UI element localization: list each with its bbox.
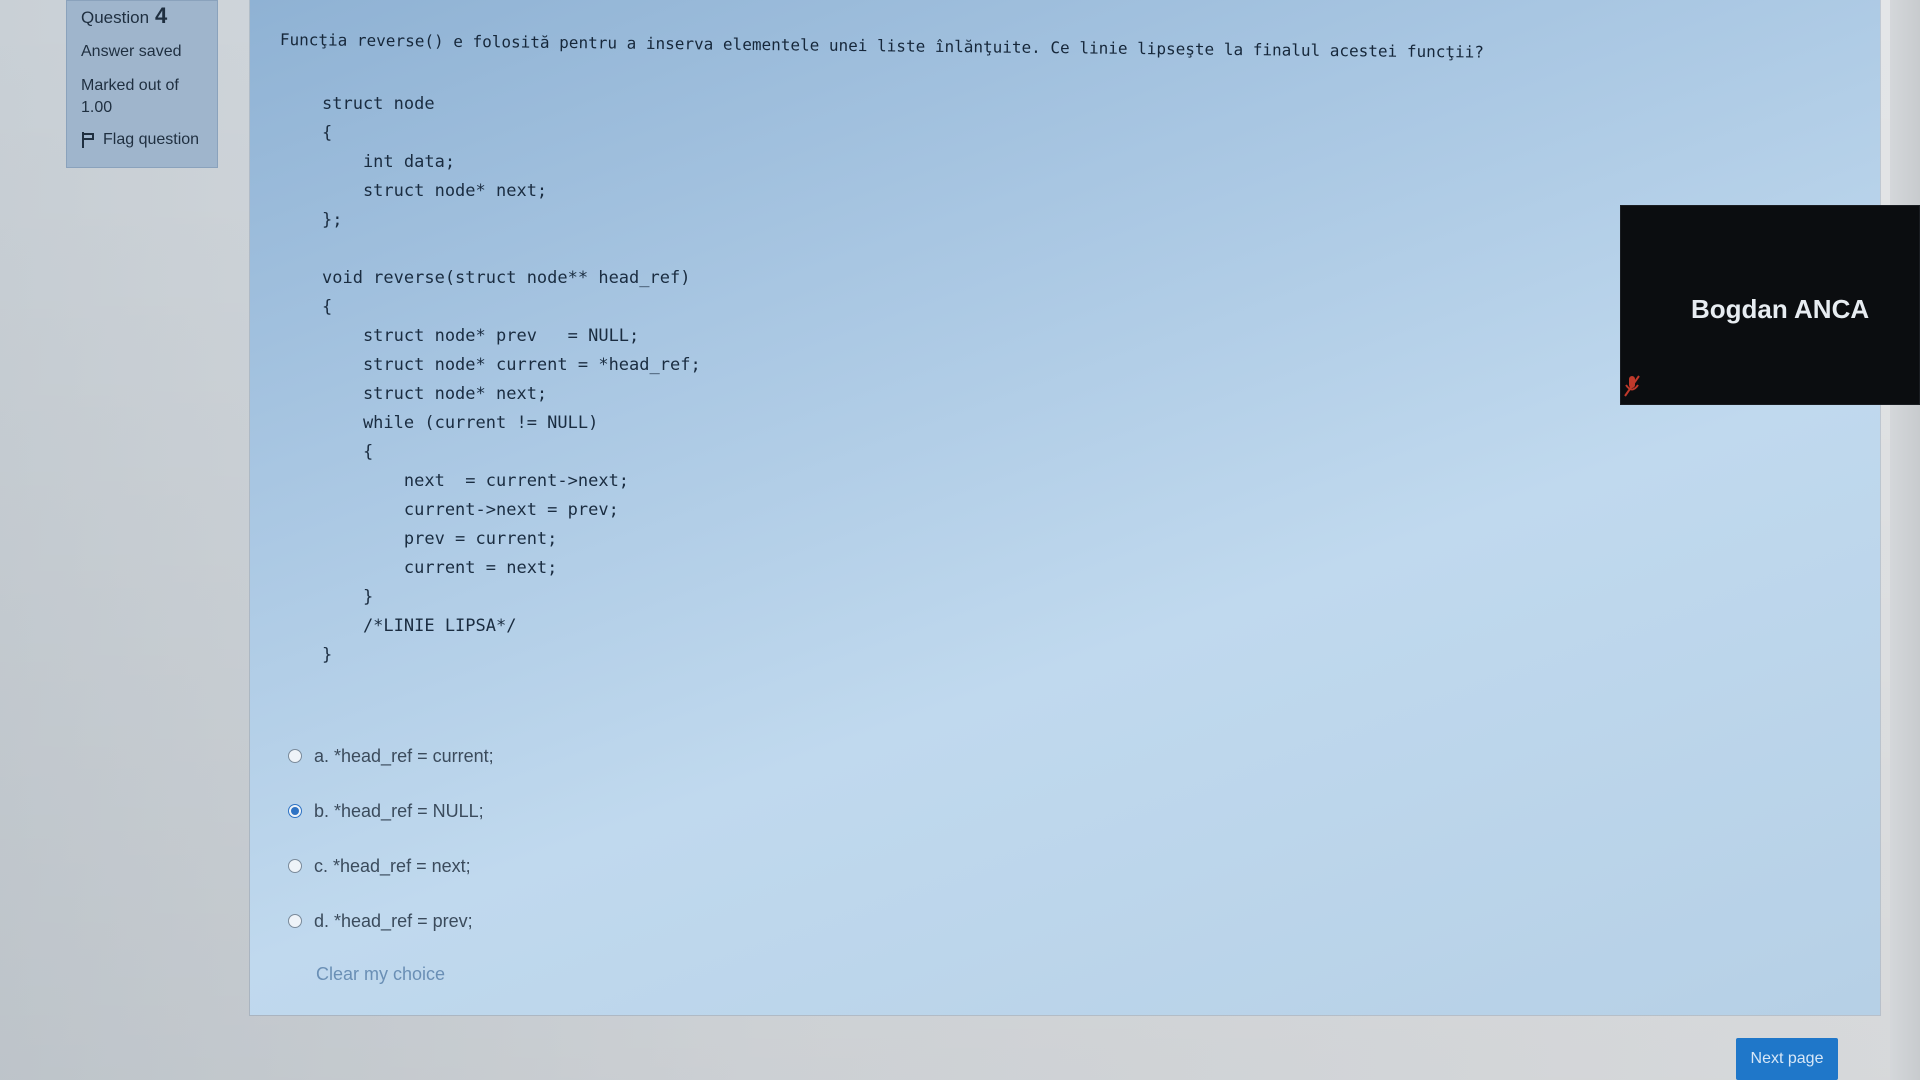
code-line: } bbox=[322, 587, 374, 607]
code-line: struct node bbox=[322, 94, 435, 114]
answer-label: d. *head_ref = prev; bbox=[314, 910, 473, 931]
radio-button[interactable] bbox=[288, 749, 302, 763]
question-label-text: Question bbox=[81, 8, 150, 27]
flag-question-label: Flag question bbox=[103, 131, 200, 148]
code-line: }; bbox=[322, 210, 343, 230]
marked-out-of-value: 1.00 bbox=[81, 99, 113, 116]
code-line: { bbox=[322, 123, 333, 143]
code-line: current->next = prev; bbox=[322, 500, 619, 520]
code-line: next = current->next; bbox=[322, 471, 630, 491]
question-info-block: Question 4 Answer saved Marked out of 1.0… bbox=[66, 0, 218, 168]
code-line: struct node* next; bbox=[322, 384, 548, 404]
code-line: /*LINIE LIPSA*/ bbox=[322, 616, 517, 636]
code-block: struct node { int data; struct node* nex… bbox=[322, 90, 701, 670]
question-text: Funcţia reverse() e folosită pentru a in… bbox=[279, 30, 1485, 62]
answer-option[interactable]: c. *head_ref = next; bbox=[288, 850, 494, 882]
participant-name: Bogdan ANCA bbox=[1691, 294, 1870, 324]
flag-question-button[interactable]: Flag question bbox=[81, 131, 203, 149]
code-line: prev = current; bbox=[322, 529, 558, 549]
code-line: void reverse(struct node** head_ref) bbox=[322, 268, 691, 288]
code-line: { bbox=[322, 297, 333, 317]
flag-icon bbox=[81, 132, 95, 148]
radio-button[interactable] bbox=[288, 804, 302, 818]
code-line: while (current != NULL) bbox=[322, 413, 599, 433]
marked-out-of: Marked out of 1.00 bbox=[81, 75, 203, 119]
answer-label: a. *head_ref = current; bbox=[314, 745, 494, 766]
video-tile: Bogdan ANCA bbox=[1620, 205, 1920, 405]
screen-edge bbox=[1890, 0, 1920, 1080]
answer-option[interactable]: d. *head_ref = prev; bbox=[288, 905, 494, 937]
answer-options: a. *head_ref = current; b. *head_ref = NU… bbox=[288, 740, 494, 960]
code-line: } bbox=[322, 645, 333, 665]
code-line: { bbox=[322, 442, 374, 462]
code-line: struct node* prev = NULL; bbox=[322, 326, 640, 346]
clear-choice-link[interactable]: Clear my choice bbox=[316, 964, 445, 985]
answer-label: b. *head_ref = NULL; bbox=[314, 800, 484, 821]
question-number: 4 bbox=[155, 3, 168, 28]
answer-option[interactable]: b. *head_ref = NULL; bbox=[288, 795, 494, 827]
code-line: current = next; bbox=[322, 558, 558, 578]
answer-status: Answer saved bbox=[81, 43, 182, 60]
marked-out-of-label: Marked out of bbox=[81, 77, 179, 94]
question-label: Question 4 bbox=[81, 1, 203, 29]
answer-label: c. *head_ref = next; bbox=[314, 855, 471, 876]
mic-off-icon bbox=[1624, 375, 1640, 397]
code-line: struct node* current = *head_ref; bbox=[322, 355, 701, 375]
answer-option[interactable]: a. *head_ref = current; bbox=[288, 740, 494, 772]
question-panel: Funcţia reverse() e folosită pentru a in… bbox=[250, 0, 1880, 1015]
code-line: struct node* next; bbox=[322, 181, 548, 201]
code-line: int data; bbox=[322, 152, 456, 172]
radio-button[interactable] bbox=[288, 859, 302, 873]
radio-button[interactable] bbox=[288, 914, 302, 928]
next-page-button[interactable]: Next page bbox=[1736, 1038, 1838, 1080]
